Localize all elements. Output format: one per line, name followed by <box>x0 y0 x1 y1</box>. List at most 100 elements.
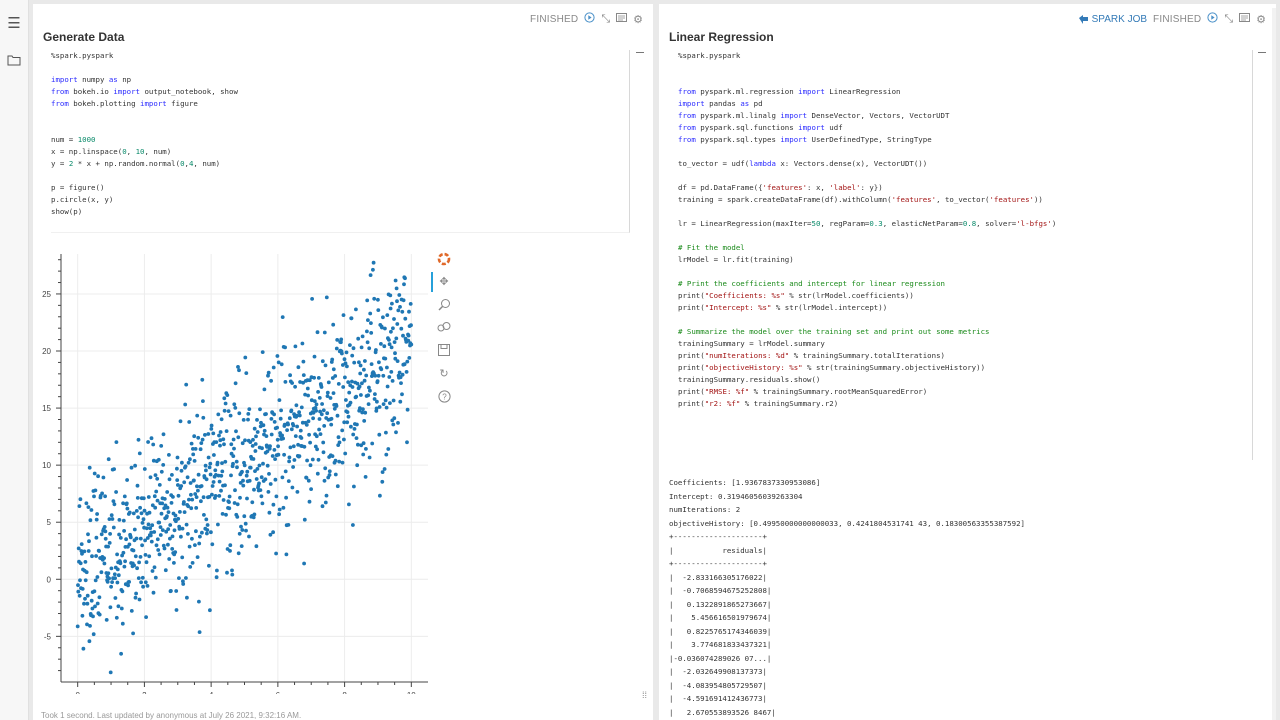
code-editor[interactable]: %spark.pyspark import numpy as np from bo… <box>51 50 630 233</box>
scatter-point <box>179 468 184 473</box>
settings-gear-icon[interactable]: ⚙ <box>1256 13 1266 26</box>
code-line[interactable] <box>51 62 629 74</box>
scatter-point <box>315 447 319 452</box>
scatter-point <box>390 301 394 306</box>
hamburger-menu-icon[interactable]: ☰ <box>6 16 22 32</box>
code-line[interactable]: print("numIterations: %d" % trainingSumm… <box>678 350 1252 362</box>
code-line[interactable]: lrModel = lr.fit(training) <box>678 254 1252 266</box>
code-line[interactable]: print("objectiveHistory: %s" % str(train… <box>678 362 1252 374</box>
code-line[interactable] <box>678 146 1252 158</box>
scatter-point <box>188 481 193 485</box>
code-line[interactable]: import pandas as pd <box>678 98 1252 110</box>
scatter-point <box>83 578 88 583</box>
code-line[interactable]: from bokeh.io import output_notebook, sh… <box>51 86 629 98</box>
code-line[interactable] <box>678 170 1252 182</box>
run-paragraph-icon[interactable] <box>584 12 595 26</box>
scatter-point <box>160 528 165 532</box>
code-line[interactable]: print("Coefficients: %s" % str(lrModel.c… <box>678 290 1252 302</box>
scatter-point <box>236 365 240 369</box>
scatter-point <box>386 447 391 451</box>
code-line[interactable]: # Fit the model <box>678 242 1252 254</box>
scatter-point <box>293 344 298 349</box>
code-line[interactable]: print("r2: %f" % trainingSummary.r2) <box>678 398 1252 410</box>
scatter-point <box>298 428 303 433</box>
resize-handle-icon[interactable]: ⁞⁞ <box>642 690 647 700</box>
code-line[interactable]: from pyspark.ml.regression import Linear… <box>678 86 1252 98</box>
scatter-point <box>153 505 158 510</box>
scatter-point <box>152 530 157 534</box>
wheel-zoom-icon[interactable] <box>437 321 451 335</box>
scatter-point <box>355 463 360 468</box>
toggle-editor-icon[interactable]: ⤡ <box>601 13 610 26</box>
code-line[interactable]: num = 1000 <box>51 134 629 146</box>
scatter-point <box>383 356 388 361</box>
code-line[interactable]: lr = LinearRegression(maxIter=50, regPar… <box>678 218 1252 230</box>
code-line[interactable] <box>678 74 1252 86</box>
reset-icon[interactable]: ↻ <box>437 367 451 381</box>
scatter-point <box>229 442 234 447</box>
run-paragraph-icon[interactable] <box>1207 12 1218 26</box>
code-line[interactable]: from pyspark.sql.types import UserDefine… <box>678 134 1252 146</box>
toggle-editor-icon[interactable]: ⤡ <box>1224 13 1233 26</box>
scatter-point <box>119 606 124 611</box>
code-line[interactable]: x = np.linspace(0, 10, num) <box>51 146 629 158</box>
scatter-point <box>269 417 274 421</box>
code-line[interactable]: trainingSummary = lrModel.summary <box>678 338 1252 350</box>
spark-job-link[interactable]: SPARK JOB <box>1078 14 1147 25</box>
code-line[interactable]: %spark.pyspark <box>51 50 629 62</box>
code-line[interactable]: print("Intercept: %s" % str(lrModel.inte… <box>678 302 1252 314</box>
scatter-point <box>387 338 391 342</box>
code-line[interactable]: p = figure() <box>51 182 629 194</box>
scatter-point <box>143 580 148 585</box>
code-line[interactable] <box>678 314 1252 326</box>
code-line[interactable]: df = pd.DataFrame({'features': x, 'label… <box>678 182 1252 194</box>
code-line[interactable] <box>678 62 1252 74</box>
code-line[interactable] <box>51 110 629 122</box>
code-line[interactable]: show(p) <box>51 206 629 218</box>
scatter-plot[interactable]: 0 2 4 6 8 10 -5 0 5 10 15 20 25 <box>33 244 433 694</box>
toggle-output-icon[interactable] <box>1239 13 1251 25</box>
scatter-point <box>396 421 400 425</box>
scatter-point <box>204 517 209 522</box>
code-line[interactable]: # Print the coefficients and intercept f… <box>678 278 1252 290</box>
bokeh-logo-icon[interactable] <box>437 252 451 266</box>
scatter-point <box>146 522 151 527</box>
code-line[interactable]: p.circle(x, y) <box>51 194 629 206</box>
toggle-output-icon[interactable] <box>616 13 628 25</box>
scatter-point <box>238 495 242 500</box>
code-editor[interactable]: %spark.pyspark from pyspark.ml.regressio… <box>678 50 1253 460</box>
code-line[interactable]: from bokeh.plotting import figure <box>51 98 629 110</box>
code-line[interactable]: import numpy as np <box>51 74 629 86</box>
box-zoom-icon[interactable] <box>437 298 451 312</box>
scatter-point <box>373 392 377 396</box>
code-line[interactable]: training = spark.createDataFrame(df).wit… <box>678 194 1252 206</box>
code-line[interactable]: from pyspark.ml.linalg import DenseVecto… <box>678 110 1252 122</box>
code-line[interactable]: trainingSummary.residuals.show() <box>678 374 1252 386</box>
scatter-point <box>217 433 221 438</box>
scatter-point <box>225 570 229 575</box>
code-line[interactable]: %spark.pyspark <box>678 50 1252 62</box>
scrollbar[interactable] <box>1272 8 1276 720</box>
code-line[interactable]: # Summarize the model over the training … <box>678 326 1252 338</box>
pan-icon[interactable]: ✥ <box>437 275 451 289</box>
scatter-point <box>81 646 86 651</box>
scatter-point <box>122 494 127 499</box>
code-line[interactable] <box>678 206 1252 218</box>
code-line[interactable]: from pyspark.sql.functions import udf <box>678 122 1252 134</box>
code-line[interactable]: print("RMSE: %f" % trainingSummary.rootM… <box>678 386 1252 398</box>
code-line[interactable] <box>51 170 629 182</box>
scatter-point <box>316 376 321 380</box>
code-line[interactable] <box>678 230 1252 242</box>
scatter-point <box>165 490 170 494</box>
help-icon[interactable]: ? <box>437 390 451 404</box>
scatter-point <box>92 471 97 476</box>
code-line[interactable]: y = 2 * x + np.random.normal(0,4, num) <box>51 158 629 170</box>
settings-gear-icon[interactable]: ⚙ <box>633 13 643 26</box>
scatter-point <box>304 423 309 427</box>
code-line[interactable] <box>51 122 629 134</box>
save-icon[interactable] <box>437 344 451 358</box>
code-line[interactable]: to_vector = udf(lambda x: Vectors.dense(… <box>678 158 1252 170</box>
scatter-point <box>366 402 371 406</box>
folder-icon[interactable] <box>6 54 22 70</box>
code-line[interactable] <box>678 266 1252 278</box>
